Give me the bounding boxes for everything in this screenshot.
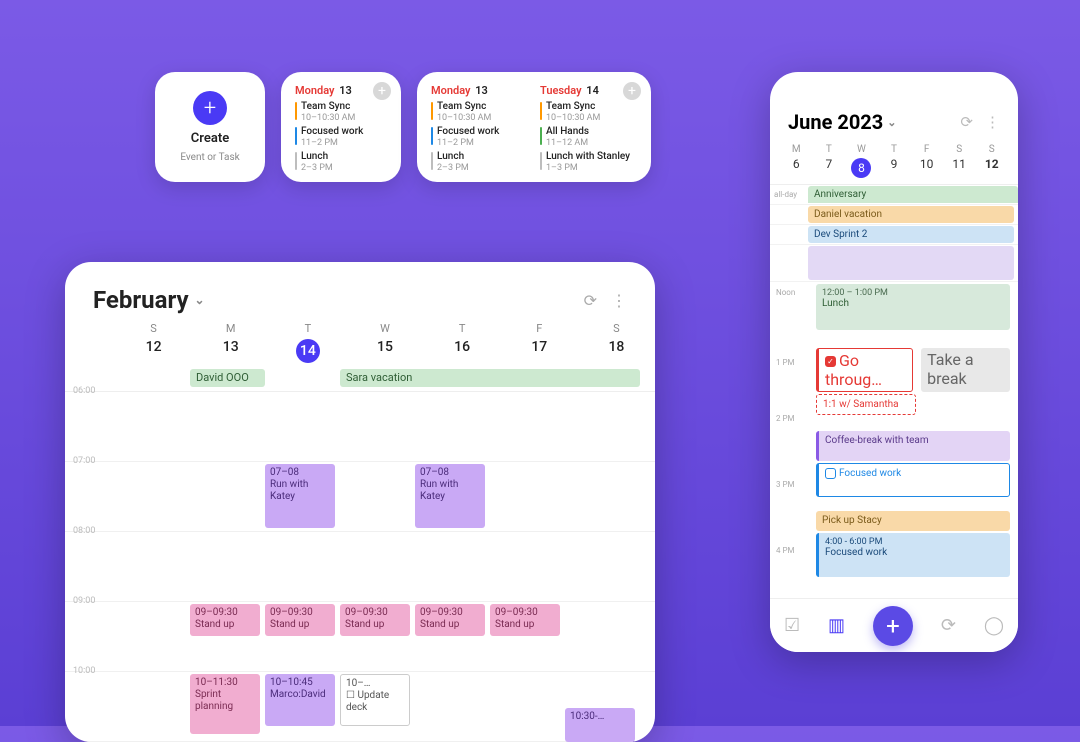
- create-title: Create: [191, 131, 229, 146]
- more-icon[interactable]: ⋮: [985, 113, 1000, 131]
- allday-event[interactable]: Anniversary: [808, 186, 1018, 203]
- add-button[interactable]: +: [873, 606, 913, 646]
- plus-icon[interactable]: +: [623, 82, 641, 100]
- widget-event: Team Sync10–10:30 AM: [540, 101, 637, 124]
- calendar-event[interactable]: 09–09:30Stand up: [340, 604, 410, 636]
- allday-section: all-dayAnniversary Daniel vacation Dev S…: [770, 184, 1018, 282]
- allday-event[interactable]: [808, 246, 1014, 280]
- calendar-event[interactable]: 09–09:30Stand up: [490, 604, 560, 636]
- check-icon: [825, 468, 836, 479]
- allday-event[interactable]: Dev Sprint 2: [808, 226, 1014, 243]
- widget-event: Team Sync10–10:30 AM: [295, 101, 387, 124]
- allday-event[interactable]: David OOO: [190, 369, 265, 387]
- calendar-event[interactable]: 1:1 w/ Samantha: [816, 394, 916, 415]
- widget-event: Team Sync10–10:30 AM: [431, 101, 528, 124]
- allday-event[interactable]: Daniel vacation: [808, 206, 1014, 223]
- month-picker[interactable]: February⌄: [93, 286, 205, 314]
- widget-event: Lunch2–3 PM: [295, 151, 387, 174]
- phone-calendar: June 2023⌄ ⟳ ⋮ M6 T7 W8 T9 F10 S11 S12 al…: [770, 72, 1018, 652]
- sync-icon[interactable]: ⟳: [584, 291, 597, 310]
- tablet-calendar: February⌄ ⟳ ⋮ S12 M13 T14 W15 T16 F17 S1…: [65, 262, 655, 742]
- calendar-event[interactable]: 10–…☐ Update deck: [340, 674, 410, 726]
- calendar-event[interactable]: 10:30-…: [565, 708, 635, 742]
- calendar-event[interactable]: 09–09:30Stand up: [190, 604, 260, 636]
- widget-event: All Hands11–12 AM: [540, 126, 637, 149]
- week-header: M6 T7 W8 T9 F10 S11 S12: [770, 144, 1018, 184]
- calendar-event[interactable]: 12:00 – 1:00 PMLunch: [816, 284, 1010, 330]
- widget-event: Focused work11–2 PM: [431, 126, 528, 149]
- calendar-task[interactable]: Focused work: [816, 463, 1010, 497]
- calendar-event[interactable]: Coffee-break with team: [816, 431, 1010, 461]
- calendar-event[interactable]: 07–08Run with Katey: [415, 464, 485, 528]
- calendar-event[interactable]: Take a break: [921, 348, 1010, 392]
- create-subtitle: Event or Task: [180, 152, 239, 163]
- calendar-event[interactable]: 10–11:30Sprint planning: [190, 674, 260, 734]
- month-picker[interactable]: June 2023⌄: [788, 110, 896, 134]
- sync-icon[interactable]: ⟳: [960, 113, 973, 131]
- calendar-icon[interactable]: ▥: [828, 615, 845, 636]
- calendar-event[interactable]: 09–09:30Stand up: [265, 604, 335, 636]
- chevron-down-icon: ⌄: [887, 116, 896, 129]
- plus-icon: +: [193, 91, 227, 125]
- profile-icon[interactable]: ◯: [984, 615, 1004, 636]
- day-schedule[interactable]: Noon 12:00 – 1:00 PMLunch 1 PM ✓Go throu…: [770, 284, 1018, 577]
- tasks-icon[interactable]: ☑: [784, 615, 800, 636]
- calendar-event[interactable]: Pick up Stacy: [816, 511, 1010, 531]
- week-header: S12 M13 T14 W15 T16 F17 S18: [65, 322, 655, 363]
- week-grid[interactable]: 06:00 07:00 07–08Run with Katey 07–08Run…: [65, 391, 655, 742]
- widget-event: Focused work11–2 PM: [295, 126, 387, 149]
- calendar-event[interactable]: 4:00 - 6:00 PMFocused work: [816, 533, 1010, 577]
- widget-create[interactable]: + Create Event or Task: [155, 72, 265, 182]
- calendar-event[interactable]: 07–08Run with Katey: [265, 464, 335, 528]
- check-icon: ✓: [825, 356, 836, 367]
- widget-event: Lunch2–3 PM: [431, 151, 528, 174]
- widget-single-day[interactable]: + Monday 13 Team Sync10–10:30 AM Focused…: [281, 72, 401, 182]
- allday-event[interactable]: Sara vacation: [340, 369, 640, 387]
- calendar-event[interactable]: 09–09:30Stand up: [415, 604, 485, 636]
- widget-two-day[interactable]: + Monday 13 Team Sync10–10:30 AM Focused…: [417, 72, 651, 182]
- plus-icon[interactable]: +: [373, 82, 391, 100]
- link-icon[interactable]: ⟳: [941, 615, 956, 636]
- chevron-down-icon: ⌄: [195, 293, 205, 307]
- widget-event: Lunch with Stanley1–3 PM: [540, 151, 637, 174]
- calendar-event[interactable]: 10–10:45Marco:David: [265, 674, 335, 726]
- calendar-task[interactable]: ✓Go throug…: [816, 348, 913, 392]
- widget-day-header: Monday 13: [431, 84, 528, 97]
- more-icon[interactable]: ⋮: [611, 291, 627, 310]
- bottom-nav: ☑ ▥ + ⟳ ◯: [770, 598, 1018, 652]
